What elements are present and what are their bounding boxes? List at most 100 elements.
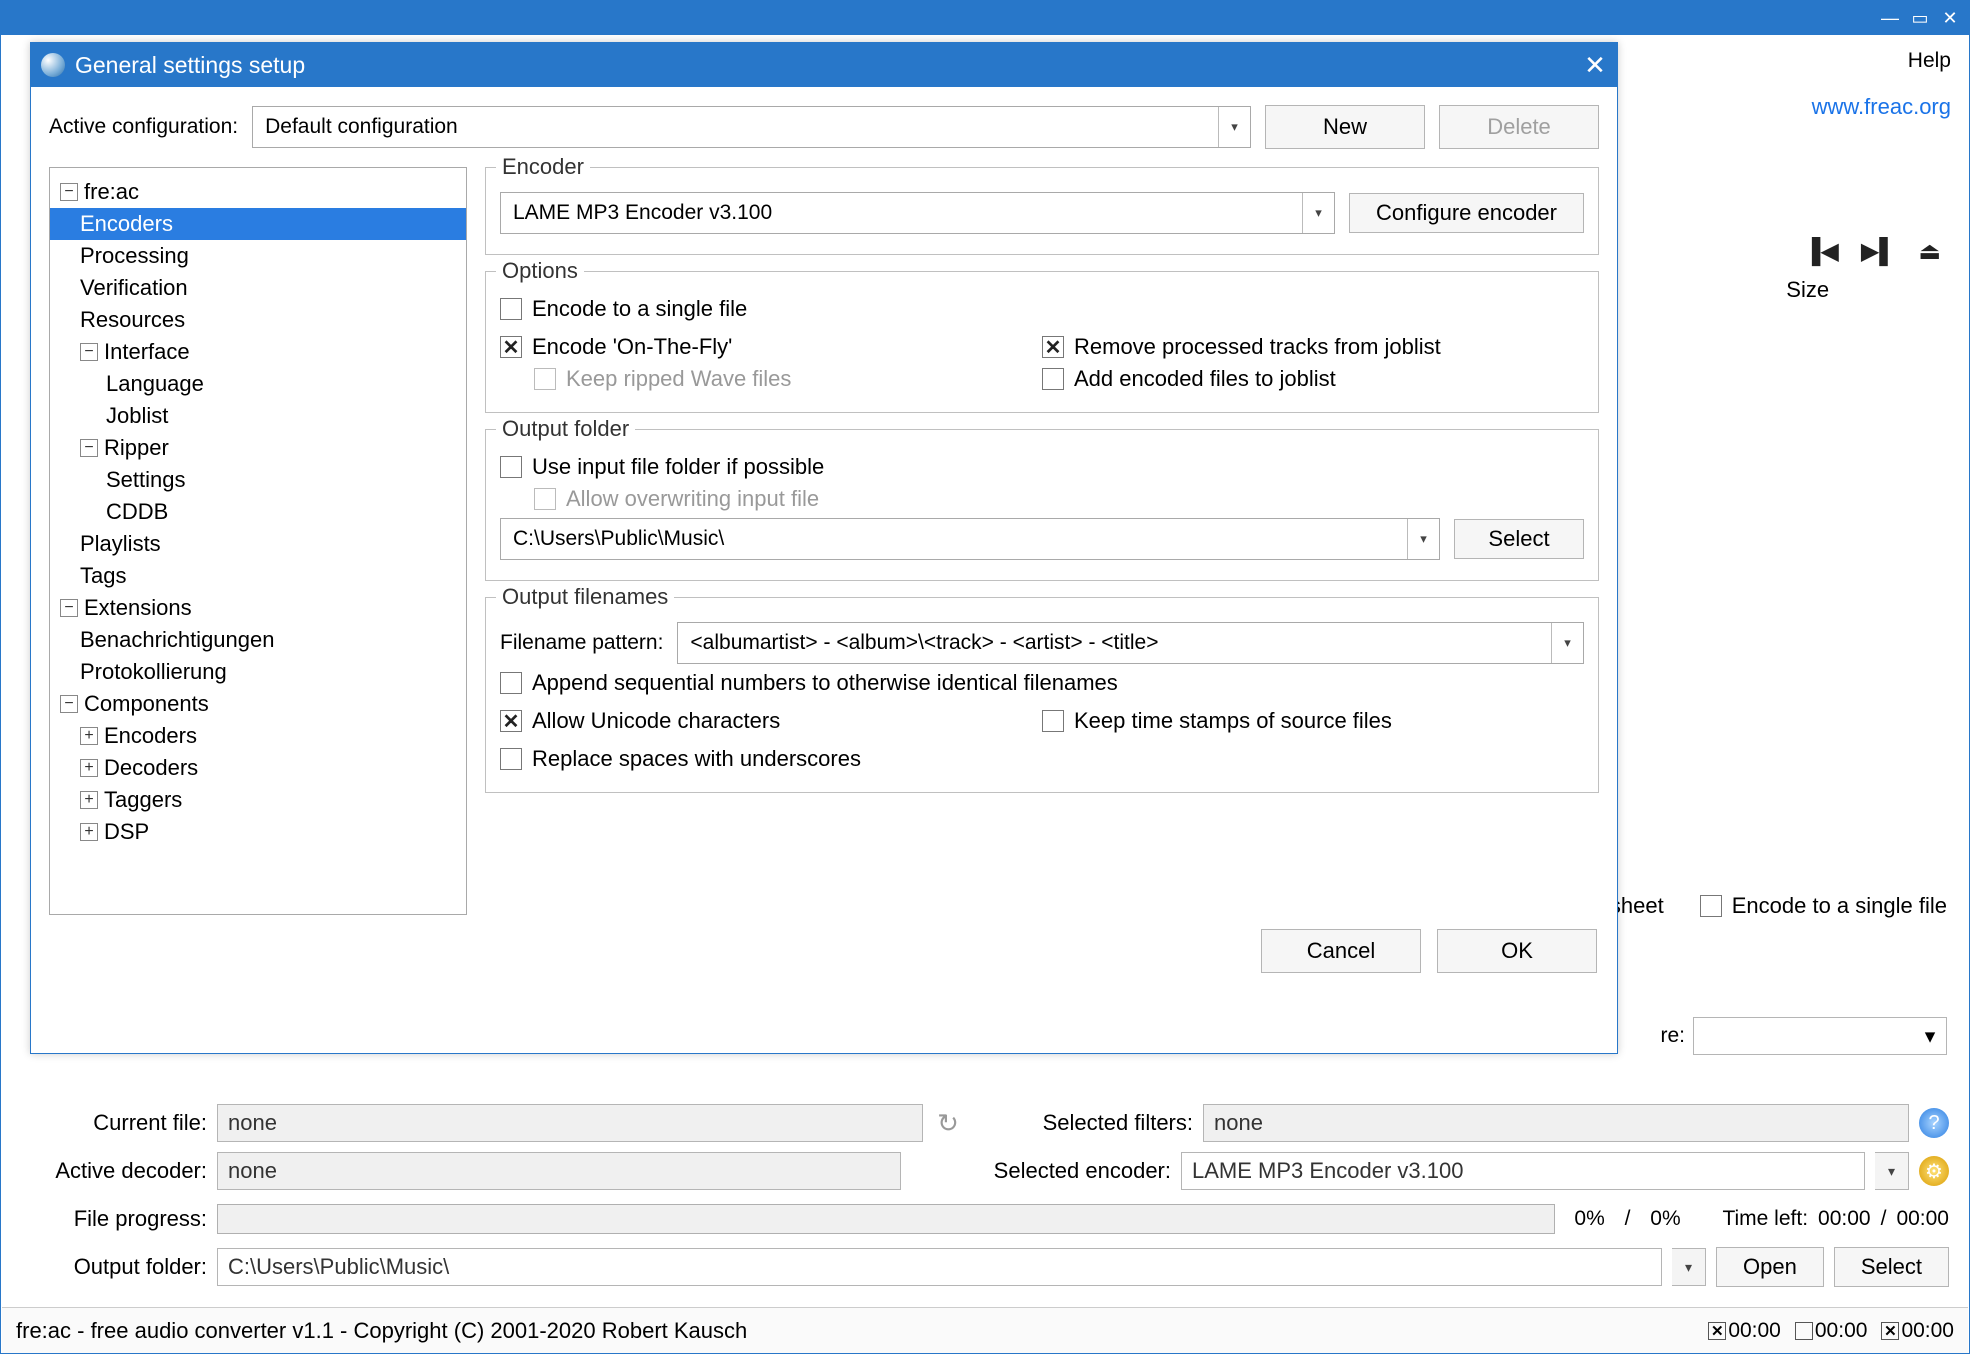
tree-item-taggers[interactable]: + Taggers	[50, 784, 466, 816]
append-sequential-checkbox[interactable]: Append sequential numbers to otherwise i…	[500, 670, 1118, 696]
tree-toggle-icon[interactable]: −	[60, 183, 78, 201]
status-time-2: 00:00	[1795, 1319, 1868, 1343]
file-progress-label: File progress:	[37, 1206, 207, 1232]
tree-item-playlists[interactable]: Playlists	[50, 528, 466, 560]
tree-item-settings[interactable]: Settings	[50, 464, 466, 496]
tree-item-label: Settings	[106, 467, 186, 493]
file-progress-pct1: 0%	[1565, 1207, 1615, 1231]
tree-item-resources[interactable]: Resources	[50, 304, 466, 336]
encoder-group: Encoder LAME MP3 Encoder v3.100 ▾ Config…	[485, 167, 1599, 255]
column-headers: Length Size	[1689, 277, 1949, 303]
tree-toggle-icon[interactable]: −	[60, 695, 78, 713]
selected-encoder-field[interactable]: LAME MP3 Encoder v3.100	[1181, 1152, 1865, 1190]
tree-toggle-icon[interactable]: +	[80, 727, 98, 745]
tree-item-dsp[interactable]: +DSP	[50, 816, 466, 848]
status-text: fre:ac - free audio converter v1.1 - Cop…	[16, 1318, 747, 1344]
allow-unicode-checkbox[interactable]: ✕Allow Unicode characters	[500, 708, 780, 734]
tree-item-label: Components	[84, 691, 209, 717]
new-config-button[interactable]: New	[1265, 105, 1425, 149]
tree-item-extensions[interactable]: −Extensions	[50, 592, 466, 624]
active-decoder-label: Active decoder:	[37, 1158, 207, 1184]
options-group: Options Encode to a single file ✕Encode …	[485, 271, 1599, 413]
next-track-icon[interactable]: ▶▌	[1861, 237, 1896, 266]
tree-toggle-icon[interactable]: +	[80, 791, 98, 809]
genre-label: re:	[1660, 1024, 1685, 1048]
replace-spaces-checkbox[interactable]: Replace spaces with underscores	[500, 746, 861, 772]
output-folder-dropdown[interactable]: C:\Users\Public\Music\ ▾	[500, 518, 1440, 560]
encoder-dropdown-arrow[interactable]: ▾	[1875, 1152, 1909, 1190]
tree-item-cddb[interactable]: CDDB	[50, 496, 466, 528]
tree-item-tags[interactable]: Tags	[50, 560, 466, 592]
tree-item-processing[interactable]: Processing	[50, 240, 466, 272]
output-folder-label2: Output folder:	[37, 1254, 207, 1280]
tree-item-components[interactable]: −Components	[50, 688, 466, 720]
tree-item-label: Tags	[80, 563, 126, 589]
active-config-value: Default configuration	[265, 115, 458, 139]
tree-toggle-icon[interactable]: −	[80, 439, 98, 457]
freac-link[interactable]: www.freac.org	[1812, 94, 1951, 120]
eject-icon[interactable]: ⏏	[1918, 237, 1941, 266]
tree-toggle-icon[interactable]: +	[80, 823, 98, 841]
tree-toggle-icon[interactable]: +	[80, 759, 98, 777]
chevron-down-icon: ▾	[1407, 519, 1439, 559]
dialog-app-icon	[41, 53, 65, 77]
tree-toggle-icon[interactable]: −	[60, 599, 78, 617]
tree-item-label: Ripper	[104, 435, 169, 461]
tree-item-fre-ac[interactable]: −fre:ac	[50, 176, 466, 208]
keep-timestamps-checkbox[interactable]: Keep time stamps of source files	[1042, 708, 1392, 734]
tree-item-benachrichtigungen[interactable]: Benachrichtigungen	[50, 624, 466, 656]
tree-item-language[interactable]: Language	[50, 368, 466, 400]
encoder-dropdown[interactable]: LAME MP3 Encoder v3.100 ▾	[500, 192, 1335, 234]
encode-single-file-checkbox[interactable]: Encode to a single file	[500, 296, 747, 322]
remove-processed-checkbox[interactable]: ✕Remove processed tracks from joblist	[1042, 334, 1441, 360]
minimize-icon[interactable]: —	[1875, 5, 1905, 31]
encode-single-row: sheet Encode to a single file	[1610, 893, 1947, 919]
genre-dropdown[interactable]: ▾	[1693, 1017, 1947, 1055]
tree-item-protokollierung[interactable]: Protokollierung	[50, 656, 466, 688]
output-folder-value2: C:\Users\Public\Music\	[228, 1254, 449, 1280]
col-size[interactable]: Size	[1786, 277, 1829, 303]
encoder-settings-icon[interactable]: ⚙	[1919, 1156, 1949, 1186]
close-icon[interactable]: ✕	[1935, 5, 1965, 31]
encode-on-the-fly-checkbox[interactable]: ✕Encode 'On-The-Fly'	[500, 334, 732, 360]
filename-pattern-dropdown[interactable]: <albumartist> - <album>\<track> - <artis…	[677, 622, 1584, 664]
tree-item-label: Decoders	[104, 755, 198, 781]
tree-toggle-icon[interactable]: −	[80, 343, 98, 361]
output-folder-field2[interactable]: C:\Users\Public\Music\	[217, 1248, 1662, 1286]
tree-item-ripper[interactable]: −Ripper	[50, 432, 466, 464]
genre-row: re: ▾	[1660, 1017, 1947, 1055]
time-left-2: 00:00	[1896, 1207, 1949, 1231]
encode-single-checkbox[interactable]: Encode to a single file	[1700, 893, 1947, 919]
tree-item-label: Benachrichtigungen	[80, 627, 274, 653]
dialog-close-icon[interactable]: ✕	[1573, 43, 1617, 87]
ok-button[interactable]: OK	[1437, 929, 1597, 973]
tree-item-joblist[interactable]: Joblist	[50, 400, 466, 432]
open-folder-button[interactable]: Open	[1716, 1247, 1824, 1287]
settings-tree[interactable]: −fre:acEncodersProcessingVerificationRes…	[49, 167, 467, 915]
active-config-dropdown[interactable]: Default configuration ▾	[252, 106, 1251, 148]
cancel-button[interactable]: Cancel	[1261, 929, 1421, 973]
maximize-icon[interactable]: ▭	[1905, 5, 1935, 31]
chevron-down-icon: ▾	[1551, 623, 1583, 663]
tree-item-label: Extensions	[84, 595, 192, 621]
tree-item-encoders[interactable]: +Encoders	[50, 720, 466, 752]
output-folder-arrow[interactable]: ▾	[1672, 1248, 1706, 1286]
info-region: Current file: none ↻ Selected filters: n…	[37, 1099, 1949, 1291]
configure-encoder-button[interactable]: Configure encoder	[1349, 193, 1584, 233]
info-help-icon[interactable]: ?	[1919, 1108, 1949, 1138]
select-folder-button2[interactable]: Select	[1834, 1247, 1949, 1287]
tree-item-decoders[interactable]: + Decoders	[50, 752, 466, 784]
output-folder-group: Output folder Use input file folder if p…	[485, 429, 1599, 581]
current-file-field: none	[217, 1104, 923, 1142]
tree-item-verification[interactable]: Verification	[50, 272, 466, 304]
tree-item-label: Taggers	[104, 787, 182, 813]
tree-item-interface[interactable]: −Interface	[50, 336, 466, 368]
use-input-folder-checkbox[interactable]: Use input file folder if possible	[500, 454, 824, 480]
add-encoded-checkbox[interactable]: Add encoded files to joblist	[1042, 366, 1336, 392]
select-folder-button[interactable]: Select	[1454, 519, 1584, 559]
help-menu[interactable]: Help	[1908, 49, 1951, 73]
selected-filters-label: Selected filters:	[973, 1110, 1193, 1136]
recycle-icon[interactable]: ↻	[933, 1108, 963, 1138]
tree-item-encoders[interactable]: Encoders	[50, 208, 466, 240]
prev-track-icon[interactable]: ▐◀	[1803, 237, 1838, 266]
